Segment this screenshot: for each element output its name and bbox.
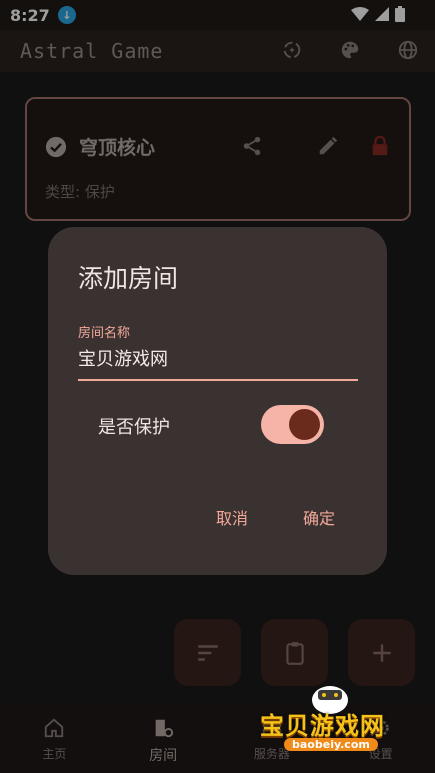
input-underline [78,379,358,381]
confirm-button[interactable]: 确定 [303,505,335,529]
dialog-title: 添加房间 [78,264,179,293]
switch-thumb [289,409,320,440]
room-name-label: 房间名称 [78,326,131,341]
protect-switch[interactable] [261,405,324,444]
cancel-button[interactable]: 取消 [216,505,248,529]
protect-label: 是否保护 [98,417,170,438]
room-name-input[interactable]: 宝贝游戏网 [78,345,168,371]
watermark-logo: 宝贝游戏网 baobeiy.com [258,678,408,758]
watermark-text: 宝贝游戏网 [260,712,385,740]
watermark-url: baobeiy.com [284,738,378,751]
add-room-dialog: 添加房间 房间名称 宝贝游戏网 是否保护 取消 确定 [48,227,387,575]
